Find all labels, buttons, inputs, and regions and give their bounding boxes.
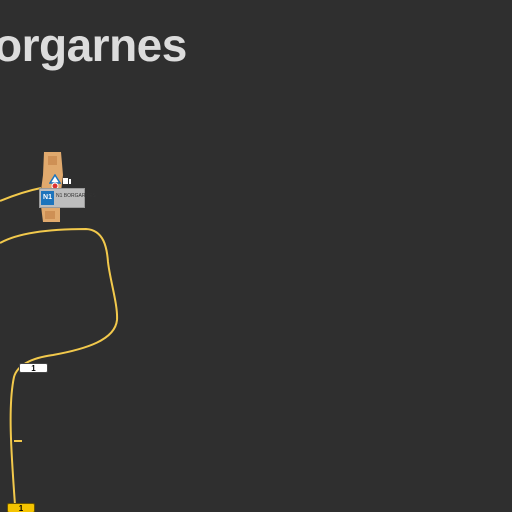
route-shield-1-south: 1 <box>7 503 35 512</box>
road-route-1 <box>0 227 119 506</box>
road-layer <box>0 152 119 506</box>
road-north-spur <box>0 187 42 202</box>
brand-logo: N1 <box>41 191 54 205</box>
place-label-town: orgarnes <box>0 19 187 71</box>
fuel-station-label[interactable]: N1 N1 BORGARNES <box>39 188 96 208</box>
map-canvas[interactable]: orgarnes N1 N1 BORGARNES 1 1 <box>0 0 512 512</box>
route-shield-1-north: 1 <box>19 363 48 373</box>
fuel-station-name: N1 BORGARNES <box>56 193 96 199</box>
